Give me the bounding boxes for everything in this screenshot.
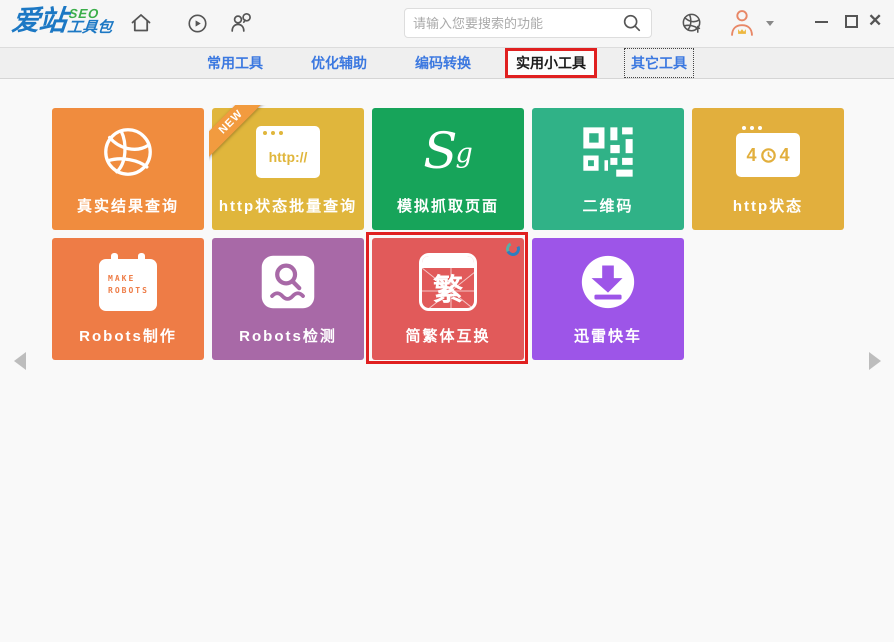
logo-text-suffix: 工具包 bbox=[67, 20, 114, 35]
search-icon[interactable] bbox=[621, 12, 643, 34]
tile-http-status[interactable]: 4 4 http状态 bbox=[692, 108, 844, 230]
tile-label: Robots检测 bbox=[239, 325, 337, 360]
close-button[interactable]: ✕ bbox=[868, 11, 882, 31]
tile-simplified-traditional-convert[interactable]: 繁 简繁体互换 bbox=[372, 238, 524, 360]
tab-encoding-convert[interactable]: 编码转换 bbox=[409, 49, 477, 77]
tab-utility-tools-annotated[interactable]: 实用小工具 bbox=[505, 48, 597, 78]
tile-label: 模拟抓取页面 bbox=[397, 195, 499, 230]
search-box bbox=[404, 8, 652, 38]
pager-left-icon[interactable] bbox=[14, 352, 26, 370]
tab-bar: 常用工具 优化辅助 编码转换 实用小工具 其它工具 bbox=[0, 47, 894, 79]
tab-optimization-aid[interactable]: 优化辅助 bbox=[305, 49, 373, 77]
tile-label: 二维码 bbox=[582, 195, 633, 230]
tile-label: 简繁体互换 bbox=[405, 325, 490, 360]
network-plugin-icon[interactable] bbox=[679, 10, 705, 36]
tile-qr-code[interactable]: 二维码 bbox=[532, 108, 684, 230]
robots-check-icon bbox=[212, 238, 364, 325]
maximize-button[interactable] bbox=[845, 15, 858, 28]
tile-label: 真实结果查询 bbox=[77, 195, 179, 230]
pager-right-icon[interactable] bbox=[869, 352, 881, 370]
make-robots-icon: MAKE ROBOTS bbox=[52, 238, 204, 325]
traditional-simplified-icon: 繁 bbox=[372, 238, 524, 325]
tile-label: http状态批量查询 bbox=[219, 195, 357, 230]
update-play-icon[interactable] bbox=[184, 10, 210, 36]
app-window: 爱站 SEO 工具包 bbox=[0, 0, 894, 642]
caret-down-icon[interactable] bbox=[766, 21, 774, 26]
tile-http-status-batch-query[interactable]: NEW http:// http状态批量查询 bbox=[212, 108, 364, 230]
download-icon bbox=[532, 238, 684, 325]
sg-script-icon: Sg bbox=[372, 108, 524, 195]
tile-simulate-page-fetch[interactable]: Sg 模拟抓取页面 bbox=[372, 108, 524, 230]
tile-label: http状态 bbox=[733, 195, 803, 230]
tile-real-result-query[interactable]: 真实结果查询 bbox=[52, 108, 204, 230]
minimize-button[interactable] bbox=[815, 21, 828, 23]
browser-http-icon: http:// bbox=[212, 108, 364, 195]
title-bar: 爱站 SEO 工具包 bbox=[0, 0, 894, 47]
user-avatar-icon[interactable] bbox=[729, 8, 755, 39]
home-icon[interactable] bbox=[128, 10, 154, 36]
app-logo: 爱站 SEO 工具包 bbox=[11, 7, 115, 35]
tile-robots-maker[interactable]: MAKE ROBOTS Robots制作 bbox=[52, 238, 204, 360]
tile-label: Robots制作 bbox=[79, 325, 177, 360]
tab-common-tools[interactable]: 常用工具 bbox=[201, 49, 269, 77]
search-input[interactable] bbox=[413, 16, 621, 31]
feedback-icon[interactable] bbox=[228, 10, 254, 36]
tile-thunder-express[interactable]: 迅雷快车 bbox=[532, 238, 684, 360]
tab-other-tools[interactable]: 其它工具 bbox=[625, 49, 693, 77]
qr-code-icon bbox=[532, 108, 684, 195]
tile-label: 迅雷快车 bbox=[574, 325, 642, 360]
tile-robots-checker[interactable]: Robots检测 bbox=[212, 238, 364, 360]
logo-text-cn: 爱站 bbox=[11, 7, 68, 35]
browser-404-icon: 4 4 bbox=[692, 108, 844, 195]
basketball-icon bbox=[52, 108, 204, 195]
